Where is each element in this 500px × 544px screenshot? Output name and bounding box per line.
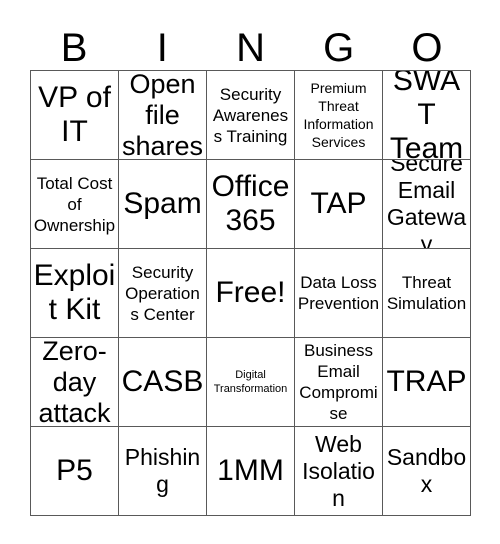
bingo-card: B I N G O VP of IT Open file shares Securi…	[0, 0, 500, 544]
header-letter-n: N	[236, 26, 265, 70]
bingo-cell-r4c2[interactable]: CASB	[119, 338, 207, 427]
bingo-cell-r1c2[interactable]: Open file shares	[119, 71, 207, 160]
bingo-cell-label: Business Email Compromise	[299, 341, 378, 423]
bingo-cell-r1c5[interactable]: SWAT Team	[383, 71, 471, 160]
bingo-cell-label: P5	[56, 454, 93, 487]
bingo-cell-label: Premium Threat Information Services	[303, 80, 374, 150]
bingo-cell-label: Exploit Kit	[33, 259, 116, 326]
bingo-cell-r4c4[interactable]: Business Email Compromise	[295, 338, 383, 427]
bingo-cell-r2c5[interactable]: Secure Email Gateway	[383, 160, 471, 249]
bingo-cell-label: Phishing	[124, 444, 201, 497]
bingo-cell-label: Spam	[123, 187, 202, 220]
bingo-cell-label: Threat Simulation	[386, 273, 467, 313]
bingo-cell-label: Office 365	[211, 170, 290, 237]
bingo-cell-r1c3[interactable]: Security Awareness Training	[207, 71, 295, 160]
bingo-cell-r3c1[interactable]: Exploit Kit	[31, 249, 119, 338]
bingo-cell-label: Open file shares	[121, 71, 204, 160]
bingo-cell-r1c4[interactable]: Premium Threat Information Services	[295, 71, 383, 160]
bingo-cell-label: CASB	[121, 365, 204, 398]
bingo-cell-label: Zero-day attack	[38, 338, 111, 427]
bingo-cell-r2c3[interactable]: Office 365	[207, 160, 295, 249]
bingo-cell-r1c1[interactable]: VP of IT	[31, 71, 119, 160]
bingo-cell-r2c4[interactable]: TAP	[295, 160, 383, 249]
bingo-cell-label: Web Isolation	[302, 430, 375, 511]
bingo-cell-r5c4[interactable]: Web Isolation	[295, 427, 383, 516]
bingo-cell-r3c3[interactable]: Free!	[207, 249, 295, 338]
bingo-cell-label: Digital Transformation	[213, 369, 288, 395]
bingo-cell-r4c1[interactable]: Zero-day attack	[31, 338, 119, 427]
bingo-cell-label: TAP	[310, 187, 367, 220]
bingo-cell-label: Data Loss Prevention	[297, 273, 380, 313]
bingo-cell-label: TRAP	[386, 365, 467, 398]
header-letter-g: G	[323, 26, 355, 70]
bingo-cell-r3c2[interactable]: Security Operations Center	[119, 249, 207, 338]
header-letter-b: B	[60, 26, 88, 70]
bingo-cell-r5c5[interactable]: Sandbox	[383, 427, 471, 516]
bingo-cell-label: Sandbox	[386, 444, 467, 497]
bingo-cell-label: Total Cost of Ownership	[33, 173, 116, 235]
bingo-cell-label: Free!	[215, 276, 286, 309]
bingo-header: B I N G O	[30, 22, 471, 70]
header-letter-o: O	[411, 26, 443, 70]
bingo-cell-r4c3[interactable]: Digital Transformation	[207, 338, 295, 427]
bingo-cell-label: Security Awareness Training	[212, 84, 289, 146]
bingo-grid: VP of IT Open file shares Security Awarene…	[30, 70, 471, 516]
bingo-cell-r3c5[interactable]: Threat Simulation	[383, 249, 471, 338]
bingo-cell-r2c1[interactable]: Total Cost of Ownership	[31, 160, 119, 249]
bingo-cell-r2c2[interactable]: Spam	[119, 160, 207, 249]
bingo-cell-r3c4[interactable]: Data Loss Prevention	[295, 249, 383, 338]
bingo-cell-label: VP of IT	[38, 81, 111, 148]
bingo-cell-r5c1[interactable]: P5	[31, 427, 119, 516]
bingo-cell-r5c2[interactable]: Phishing	[119, 427, 207, 516]
bingo-cell-label: 1MM	[217, 454, 284, 487]
bingo-cell-r4c5[interactable]: TRAP	[383, 338, 471, 427]
bingo-cell-label: Secure Email Gateway	[386, 160, 467, 249]
bingo-cell-label: Security Operations Center	[125, 262, 200, 324]
header-letter-i: I	[156, 26, 168, 70]
bingo-cell-label: SWAT Team	[389, 71, 464, 160]
bingo-cell-r5c3[interactable]: 1MM	[207, 427, 295, 516]
